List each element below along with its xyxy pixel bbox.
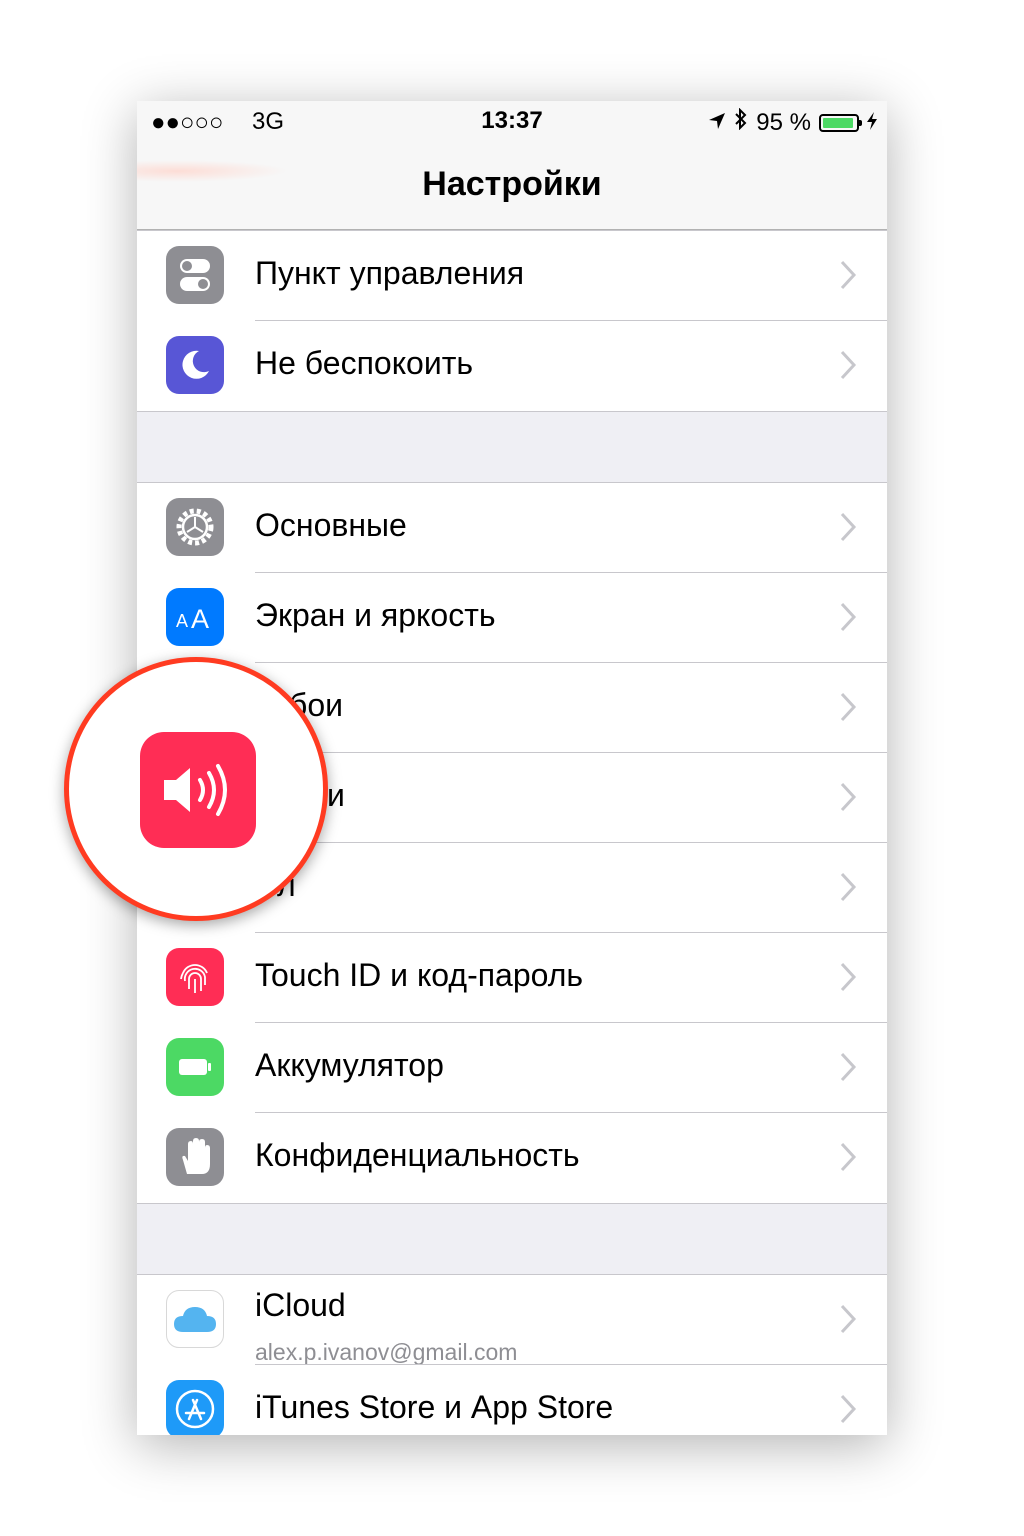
row-label: Конфиденциальность xyxy=(255,1137,580,1173)
gear-icon xyxy=(166,498,224,556)
magnifier-callout xyxy=(64,657,328,921)
settings-row-display[interactable]: AA Экран и яркость xyxy=(137,573,887,663)
settings-row-control-center[interactable]: Пункт управления xyxy=(137,231,887,321)
hand-icon xyxy=(166,1128,224,1186)
account-email: alex.p.ivanov@gmail.com xyxy=(255,1339,518,1365)
row-label: Экран и яркость xyxy=(255,597,496,633)
app-store-icon xyxy=(166,1380,224,1435)
location-icon xyxy=(708,109,726,137)
page-title: Настройки xyxy=(422,165,602,203)
charging-icon xyxy=(867,109,877,137)
cloud-icon xyxy=(166,1290,224,1348)
settings-section: iCloud alex.p.ivanov@gmail.com iTunes St… xyxy=(137,1274,887,1435)
row-label: и xyxy=(327,777,345,813)
row-label: Не беспокоить xyxy=(255,345,474,381)
row-label: Touch ID и код-пароль xyxy=(255,957,584,993)
settings-row-battery[interactable]: Аккумулятор xyxy=(137,1023,887,1113)
chevron-right-icon xyxy=(840,512,857,542)
row-label: Аккумулятор xyxy=(255,1047,444,1083)
status-right: 95 % xyxy=(708,107,877,137)
bluetooth-icon xyxy=(734,107,748,137)
settings-row-do-not-disturb[interactable]: Не беспокоить xyxy=(137,321,887,411)
settings-row-itunes-app-store[interactable]: iTunes Store и App Store xyxy=(137,1365,887,1435)
chevron-right-icon xyxy=(840,602,857,632)
battery-percent: 95 % xyxy=(756,108,811,136)
battery-icon xyxy=(819,113,862,132)
text-size-icon: AA xyxy=(166,588,224,646)
fingerprint-icon xyxy=(166,948,224,1006)
moon-icon xyxy=(166,336,224,394)
row-label: Основные xyxy=(255,507,407,543)
settings-row-touch-id[interactable]: Touch ID и код-пароль xyxy=(137,933,887,1023)
settings-row-general[interactable]: Основные xyxy=(137,483,887,573)
chevron-right-icon xyxy=(840,692,857,722)
svg-text:A: A xyxy=(191,604,209,634)
row-label: iCloud xyxy=(255,1287,346,1323)
chevron-right-icon xyxy=(840,260,857,290)
chevron-right-icon xyxy=(840,350,857,380)
row-label: iTunes Store и App Store xyxy=(255,1389,614,1425)
settings-row-privacy[interactable]: Конфиденциальность xyxy=(137,1113,887,1203)
row-label: Пункт управления xyxy=(255,255,525,291)
speaker-icon xyxy=(140,732,256,848)
chevron-right-icon xyxy=(840,962,857,992)
chevron-right-icon xyxy=(840,1394,857,1424)
chevron-right-icon xyxy=(840,1304,857,1334)
status-bar: ●●○○○ 3G 13:37 95 % xyxy=(137,101,887,141)
chevron-right-icon xyxy=(840,1142,857,1172)
svg-text:A: A xyxy=(176,611,188,631)
control-center-icon xyxy=(166,246,224,304)
battery-fill xyxy=(823,117,854,128)
chevron-right-icon xyxy=(840,782,857,812)
chevron-right-icon xyxy=(840,1052,857,1082)
chevron-right-icon xyxy=(840,872,857,902)
settings-section: Пункт управления Не беспокоить xyxy=(137,230,887,412)
battery-icon xyxy=(166,1038,224,1096)
settings-row-icloud[interactable]: iCloud alex.p.ivanov@gmail.com xyxy=(137,1275,887,1365)
